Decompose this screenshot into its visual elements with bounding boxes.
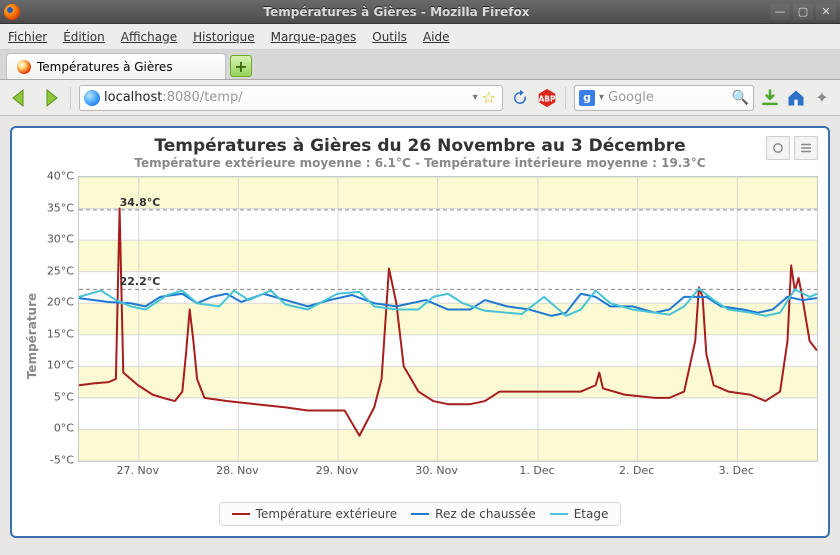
search-placeholder: Google xyxy=(608,90,728,105)
menu-historique[interactable]: Historique xyxy=(193,30,255,44)
url-path: /temp/ xyxy=(200,90,243,105)
back-button[interactable] xyxy=(8,86,32,110)
y-tick-label: 0°C xyxy=(54,422,74,435)
menu-affichage[interactable]: Affichage xyxy=(121,30,177,44)
x-tick-label: 3. Dec xyxy=(719,464,754,477)
x-tick-label: 29. Nov xyxy=(316,464,358,477)
chart-legend: Température extérieure Rez de chaussée Eta… xyxy=(219,502,622,526)
addon-toolbar-icon[interactable]: ✦ xyxy=(812,88,832,108)
tab-active[interactable]: Températures à Gières xyxy=(6,53,226,79)
legend-label: Température extérieure xyxy=(256,507,398,521)
chart-area: Température -5°C 0°C 5°C 10°C 15°C 20°C 25°C 30… xyxy=(22,176,818,496)
legend-label: Rez de chaussée xyxy=(435,507,536,521)
y-axis-label-wrap: Température xyxy=(22,176,42,496)
chart-title: Températures à Gières du 26 Novembre au … xyxy=(22,136,818,156)
y-tick-label: 20°C xyxy=(47,296,74,309)
search-engine-dropdown[interactable]: ▾ xyxy=(599,92,604,103)
window-minimize-button[interactable]: — xyxy=(770,4,790,20)
adblock-plus-icon[interactable]: ABP xyxy=(537,88,557,108)
y-tick-label: 5°C xyxy=(54,390,74,403)
y-axis-label: Température xyxy=(25,293,39,379)
legend-item[interactable]: Etage xyxy=(550,507,609,521)
chart-toolbar xyxy=(766,136,818,160)
tab-bar: Températures à Gières + xyxy=(0,50,840,80)
firefox-icon xyxy=(4,4,20,20)
y-tick-label: -5°C xyxy=(50,454,74,467)
reference-line-label: 34.8°C xyxy=(120,196,161,209)
legend-item[interactable]: Rez de chaussée xyxy=(411,507,536,521)
x-tick-label: 28. Nov xyxy=(216,464,258,477)
chart-menu-button[interactable] xyxy=(794,136,818,160)
search-engine-icon[interactable]: g xyxy=(579,90,595,106)
chart-container: Températures à Gières du 26 Novembre au … xyxy=(10,126,830,538)
separator xyxy=(565,87,566,109)
search-go-icon[interactable]: 🔍 xyxy=(732,90,749,106)
y-tick-label: 15°C xyxy=(47,327,74,340)
window-titlebar: Températures à Gières - Mozilla Firefox … xyxy=(0,0,840,24)
y-axis-ticks: -5°C0°C5°C10°C15°C20°C25°C30°C35°C40°C xyxy=(42,176,78,496)
bookmark-star-icon[interactable]: ☆ xyxy=(482,88,496,107)
nav-toolbar: localhost:8080/temp/ ▾ ☆ ABP g ▾ Google … xyxy=(0,80,840,116)
url-bar[interactable]: localhost:8080/temp/ ▾ ☆ xyxy=(79,85,503,111)
page-content: Températures à Gières du 26 Novembre au … xyxy=(0,116,840,548)
y-tick-label: 35°C xyxy=(47,201,74,214)
url-text[interactable]: localhost:8080/temp/ xyxy=(104,90,469,105)
x-tick-label: 2. Dec xyxy=(619,464,654,477)
site-identity-icon[interactable] xyxy=(84,90,100,106)
url-port: :8080 xyxy=(162,90,199,105)
window-maximize-button[interactable]: ▢ xyxy=(793,4,813,20)
chart-subtitle: Température extérieure moyenne : 6.1°C -… xyxy=(22,156,818,170)
y-tick-label: 25°C xyxy=(47,264,74,277)
x-tick-label: 1. Dec xyxy=(519,464,554,477)
tab-favicon-icon xyxy=(17,60,31,74)
chart-reset-zoom-button[interactable] xyxy=(766,136,790,160)
x-tick-label: 27. Nov xyxy=(117,464,159,477)
reference-line-label: 22.2°C xyxy=(120,275,161,288)
url-host: localhost xyxy=(104,90,162,105)
new-tab-button[interactable]: + xyxy=(230,55,252,77)
y-tick-label: 40°C xyxy=(47,170,74,183)
svg-text:ABP: ABP xyxy=(538,94,556,103)
forward-button[interactable] xyxy=(38,86,62,110)
menu-edition[interactable]: Édition xyxy=(63,30,105,44)
legend-item[interactable]: Température extérieure xyxy=(232,507,398,521)
chart-plot[interactable]: 34.8°C 22.2°C xyxy=(78,176,818,462)
downloads-button[interactable] xyxy=(760,88,780,108)
legend-swatch-icon xyxy=(232,513,250,515)
menu-bar: Fichier Édition Affichage Historique Mar… xyxy=(0,24,840,50)
tab-label: Températures à Gières xyxy=(37,60,173,74)
menu-fichier[interactable]: Fichier xyxy=(8,30,47,44)
y-tick-label: 10°C xyxy=(47,359,74,372)
y-tick-label: 30°C xyxy=(47,233,74,246)
reload-button[interactable] xyxy=(509,87,531,109)
window-title: Températures à Gières - Mozilla Firefox xyxy=(26,5,767,19)
legend-label: Etage xyxy=(574,507,609,521)
home-button[interactable] xyxy=(786,88,806,108)
chart-header: Températures à Gières du 26 Novembre au … xyxy=(22,136,818,170)
menu-marque-pages[interactable]: Marque-pages xyxy=(271,30,357,44)
window-close-button[interactable]: ✕ xyxy=(816,4,836,20)
separator xyxy=(70,87,71,109)
url-history-dropdown[interactable]: ▾ xyxy=(473,92,478,103)
x-tick-label: 30. Nov xyxy=(415,464,457,477)
menu-outils[interactable]: Outils xyxy=(372,30,407,44)
menu-aide[interactable]: Aide xyxy=(423,30,450,44)
x-axis-ticks: 27. Nov 28. Nov 29. Nov 30. Nov 1. Dec 2. Dec… xyxy=(78,462,818,480)
legend-swatch-icon xyxy=(550,513,568,515)
legend-swatch-icon xyxy=(411,513,429,515)
search-box[interactable]: g ▾ Google 🔍 xyxy=(574,85,754,111)
